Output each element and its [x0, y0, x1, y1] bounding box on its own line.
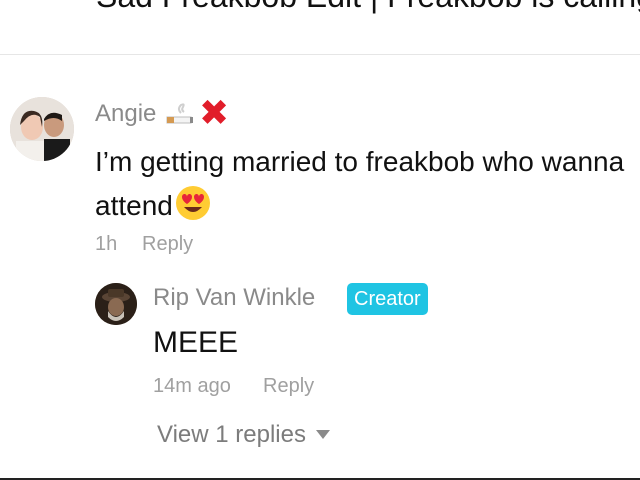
comment-timestamp: 1h — [95, 233, 118, 255]
comment-text: I’m getting married to freakbob who wann… — [95, 140, 635, 234]
avatar[interactable] — [10, 97, 74, 161]
reply-timestamp: 14m ago — [153, 375, 231, 397]
chevron-down-icon — [315, 430, 330, 439]
red-x-icon: ✖ — [199, 92, 230, 133]
video-title: Sad Freakbob Edit | Freakbob is calling. — [96, 0, 640, 15]
reply-button[interactable]: Reply — [142, 233, 193, 256]
reply-avatar[interactable] — [95, 283, 137, 325]
comment-username[interactable]: Angie — [95, 100, 156, 128]
reply-text: MEEE — [153, 326, 239, 359]
view-replies-label: View 1 replies — [157, 421, 306, 448]
heart-eyes-emoji-icon — [175, 185, 211, 234]
reply-username[interactable]: Rip Van Winkle — [153, 284, 315, 312]
view-replies-button[interactable]: View 1 replies — [157, 421, 330, 449]
divider — [0, 54, 640, 55]
creator-badge: Creator — [347, 283, 428, 315]
cigarette-icon — [165, 103, 197, 134]
reply-to-reply-button[interactable]: Reply — [263, 375, 314, 398]
